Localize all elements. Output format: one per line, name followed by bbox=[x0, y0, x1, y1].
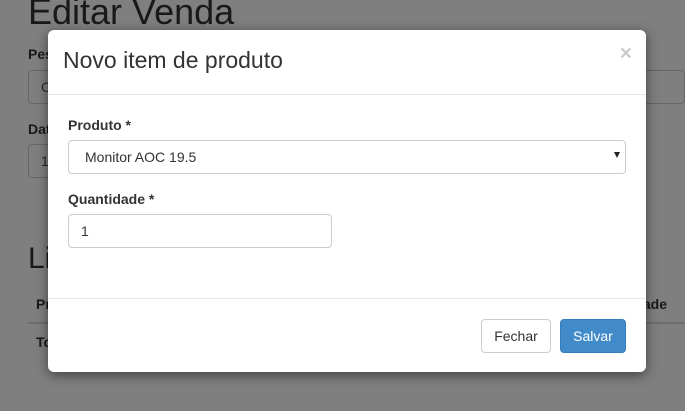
new-product-item-modal: Novo item de produto × Produto * Monitor… bbox=[48, 30, 646, 372]
modal-title: Novo item de produto bbox=[63, 47, 283, 73]
modal-footer: Fechar Salvar bbox=[48, 298, 646, 372]
product-selected-value: Monitor AOC 19.5 bbox=[85, 149, 197, 165]
quantity-value: 1 bbox=[81, 223, 89, 239]
quantity-input[interactable]: 1 bbox=[68, 214, 332, 248]
quantity-label: Quantidade * bbox=[68, 191, 155, 207]
chevron-down-icon bbox=[614, 152, 620, 158]
close-button[interactable]: Fechar bbox=[481, 319, 551, 353]
close-icon[interactable]: × bbox=[620, 43, 632, 64]
save-button[interactable]: Salvar bbox=[560, 319, 626, 353]
product-label: Produto * bbox=[68, 117, 131, 133]
product-select[interactable]: Monitor AOC 19.5 bbox=[68, 140, 626, 174]
modal-header: Novo item de produto × bbox=[48, 30, 646, 95]
